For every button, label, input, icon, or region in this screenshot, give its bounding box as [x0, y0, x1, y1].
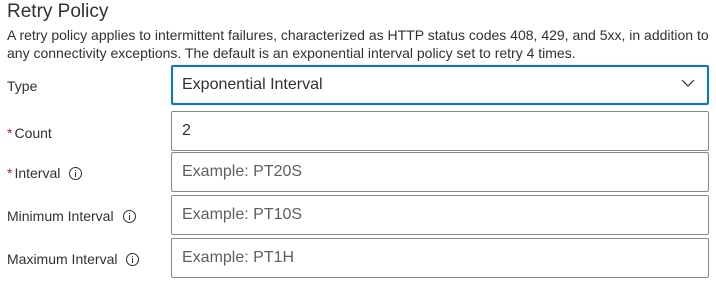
info-icon[interactable]: [122, 209, 136, 223]
type-dropdown[interactable]: Exponential Interval: [171, 65, 709, 105]
count-field[interactable]: [171, 111, 709, 151]
info-icon[interactable]: [126, 252, 140, 266]
interval-input[interactable]: [182, 153, 708, 191]
section-description: A retry policy applies to intermittent f…: [7, 27, 709, 61]
required-marker: *: [7, 125, 13, 141]
interval-field[interactable]: [171, 152, 709, 192]
type-dropdown-value: Exponential Interval: [182, 76, 323, 93]
maximum-interval-field[interactable]: [171, 238, 709, 278]
count-input[interactable]: [182, 112, 708, 150]
minimum-interval-label: Minimum Interval: [7, 207, 136, 225]
interval-label: * Interval: [7, 164, 83, 182]
maximum-interval-label-text: Maximum Interval: [7, 251, 118, 267]
minimum-interval-field[interactable]: [171, 195, 709, 235]
chevron-down-icon: [681, 79, 695, 87]
required-marker: *: [7, 165, 13, 181]
minimum-interval-input[interactable]: [182, 196, 708, 234]
section-title: Retry Policy: [7, 1, 109, 22]
interval-label-text: Interval: [14, 165, 61, 181]
info-icon[interactable]: [69, 166, 83, 180]
maximum-interval-label: Maximum Interval: [7, 250, 140, 268]
count-label-text: Count: [14, 125, 52, 141]
count-label: * Count: [7, 124, 52, 142]
maximum-interval-input[interactable]: [182, 239, 708, 277]
type-label: Type: [7, 77, 37, 95]
type-label-text: Type: [7, 78, 38, 94]
minimum-interval-label-text: Minimum Interval: [7, 208, 114, 224]
retry-policy-section: Retry Policy A retry policy applies to i…: [0, 0, 716, 284]
